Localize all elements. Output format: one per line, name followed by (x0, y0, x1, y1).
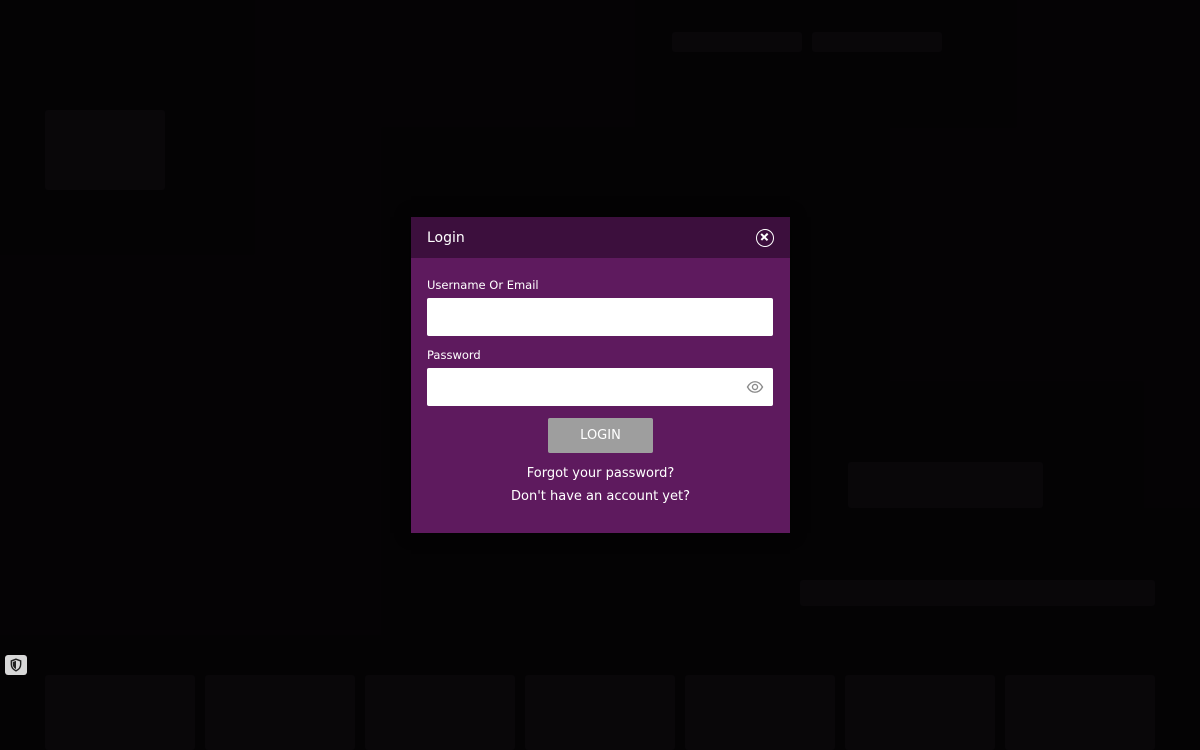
username-label: Username Or Email (427, 278, 539, 292)
eye-icon[interactable] (746, 378, 764, 396)
username-input[interactable] (427, 298, 773, 336)
modal-title: Login (427, 229, 465, 246)
modal-body: Username Or Email Password LOGIN Forgot … (411, 258, 790, 504)
close-circle-icon[interactable] (756, 228, 774, 247)
login-button[interactable]: LOGIN (548, 418, 653, 453)
password-input[interactable] (427, 368, 773, 406)
password-label: Password (427, 348, 481, 362)
shield-icon[interactable] (5, 655, 27, 675)
shield-glyph (10, 658, 22, 672)
login-modal: Login Username Or Email Password LOGIN F… (411, 217, 790, 533)
modal-header: Login (411, 217, 790, 258)
signup-link[interactable]: Don't have an account yet? (427, 489, 774, 504)
password-field-wrapper (427, 368, 773, 406)
forgot-password-link[interactable]: Forgot your password? (427, 466, 774, 481)
username-field-wrapper (427, 298, 773, 336)
